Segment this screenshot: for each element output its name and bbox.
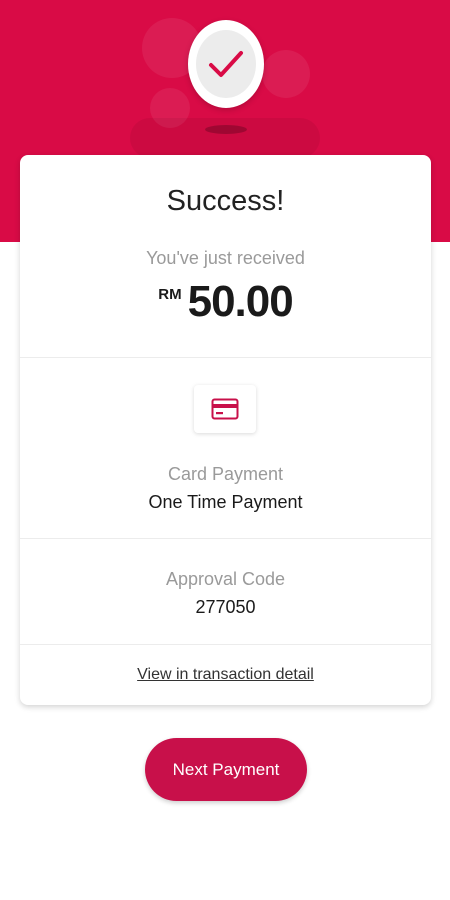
check-icon — [209, 51, 243, 77]
approval-code-label: Approval Code — [165, 569, 286, 589]
success-badge — [188, 20, 264, 108]
receipt-card: Success! You've just received RM 50.00 C… — [20, 155, 431, 705]
payment-method-label: Card Payment — [167, 464, 284, 484]
payment-success-screen: Success! You've just received RM 50.00 C… — [0, 0, 450, 900]
decor-bubble — [262, 50, 310, 98]
badge-shadow — [205, 125, 247, 134]
received-label: You've just received — [146, 248, 305, 268]
decor-bubble — [130, 118, 320, 158]
currency-label: RM — [158, 286, 182, 303]
page-title: Success! — [166, 185, 285, 217]
next-payment-button[interactable]: Next Payment — [145, 738, 307, 801]
amount-display: RM 50.00 — [20, 277, 431, 327]
divider — [20, 357, 431, 358]
approval-code-value: 277050 — [195, 597, 256, 617]
credit-card-icon — [211, 398, 239, 420]
divider — [20, 644, 431, 645]
divider — [20, 538, 431, 539]
payment-method-value: One Time Payment — [148, 492, 303, 512]
amount-value: 50.00 — [187, 277, 294, 326]
payment-icon-box — [194, 385, 256, 433]
view-transaction-detail-link[interactable]: View in transaction detail — [137, 666, 314, 683]
